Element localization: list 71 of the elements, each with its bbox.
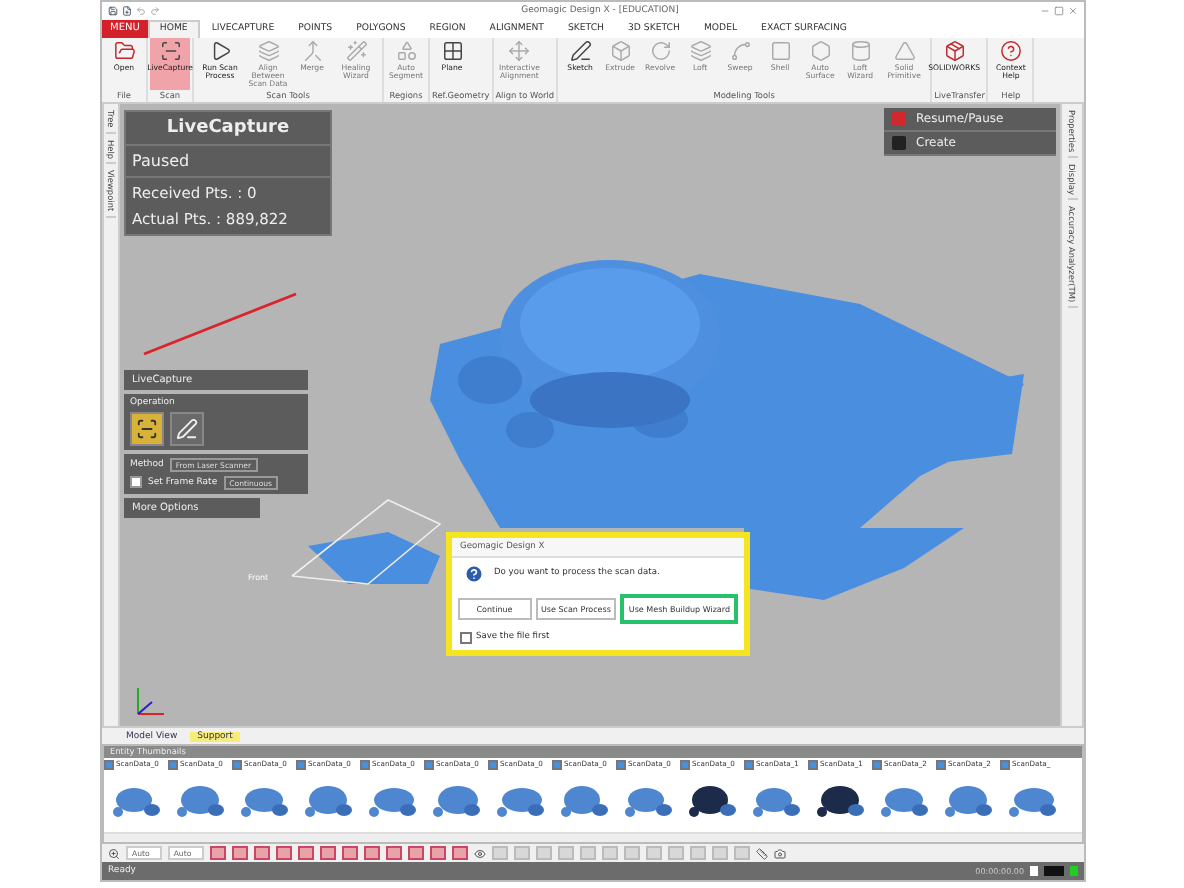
checkbox[interactable]	[104, 759, 114, 770]
checkbox[interactable]	[744, 759, 754, 770]
tool-button[interactable]	[130, 411, 164, 446]
layers-icon	[257, 39, 279, 62]
curve-icon	[729, 39, 752, 62]
checkbox[interactable]	[460, 631, 472, 644]
scanner-icon	[136, 417, 158, 440]
camera-icon[interactable]	[773, 847, 786, 860]
scan-thumbnail-drawing	[880, 783, 928, 820]
checkbox[interactable]	[616, 759, 626, 770]
zoom-icon[interactable]	[108, 847, 120, 860]
triangle-icon	[893, 39, 916, 62]
scan-thumbnail-drawing	[944, 783, 992, 820]
square-icon	[769, 39, 792, 62]
cube-icon	[943, 39, 966, 62]
eye-icon[interactable]	[473, 847, 486, 860]
scan-thumbnail-drawing	[624, 783, 672, 820]
hexagon-icon	[809, 39, 832, 62]
checkbox[interactable]	[488, 759, 498, 770]
cylinder-icon	[849, 39, 872, 62]
scanner-icon	[159, 39, 181, 62]
pen-icon	[569, 39, 592, 62]
help-icon	[999, 39, 1022, 62]
checkbox[interactable]	[552, 759, 562, 770]
checkbox[interactable]	[168, 759, 178, 770]
move-icon	[508, 39, 531, 62]
checkbox[interactable]	[130, 476, 142, 489]
folder-icon	[113, 39, 135, 62]
maximize-icon[interactable]	[1054, 5, 1064, 16]
checkbox[interactable]	[680, 759, 690, 770]
scan-thumbnail-drawing	[112, 783, 160, 820]
scan-thumbnail-drawing	[432, 783, 480, 820]
ruler-icon[interactable]	[755, 847, 768, 860]
checkbox[interactable]	[232, 759, 242, 770]
checkbox[interactable]	[936, 759, 946, 770]
grid-icon	[441, 39, 463, 62]
scan-thumbnail-drawing	[240, 783, 288, 820]
scrollbar[interactable]	[104, 832, 1082, 843]
square-icon	[892, 135, 906, 150]
question-icon	[464, 563, 484, 584]
3d-viewport[interactable]	[120, 103, 1060, 727]
save-icon[interactable]	[108, 5, 118, 16]
play-icon	[209, 39, 231, 62]
capture-status: Paused	[126, 145, 330, 178]
new-file-icon[interactable]	[122, 5, 132, 16]
checkbox[interactable]	[1000, 759, 1010, 770]
record-icon	[892, 111, 906, 126]
scan-thumbnail-drawing	[752, 783, 800, 820]
axis-triad-icon	[132, 683, 168, 720]
scan-thumbnail-drawing	[560, 783, 608, 820]
scan-thumbnail-drawing	[368, 783, 416, 820]
box-icon	[609, 39, 632, 62]
tool-button[interactable]	[170, 411, 204, 446]
panel-title: LiveCapture	[126, 111, 330, 146]
line-icon	[176, 417, 198, 440]
checkbox[interactable]	[872, 759, 882, 770]
scan-thumbnail-drawing	[816, 783, 864, 820]
scan-thumbnail-drawing	[304, 783, 352, 820]
checkbox[interactable]	[296, 759, 306, 770]
wand-icon	[345, 39, 367, 62]
scan-thumbnail-drawing	[496, 783, 544, 820]
shapes-icon	[395, 39, 417, 62]
layers-icon	[689, 39, 712, 62]
scan-thumbnail-drawing	[688, 783, 736, 820]
scan-thumbnail-drawing	[1008, 783, 1056, 820]
checkbox[interactable]	[808, 759, 818, 770]
scan-thumbnail-drawing	[176, 783, 224, 820]
checkbox[interactable]	[424, 759, 434, 770]
merge-icon	[301, 39, 323, 62]
checkbox[interactable]	[360, 759, 370, 770]
rotate-icon	[649, 39, 672, 62]
